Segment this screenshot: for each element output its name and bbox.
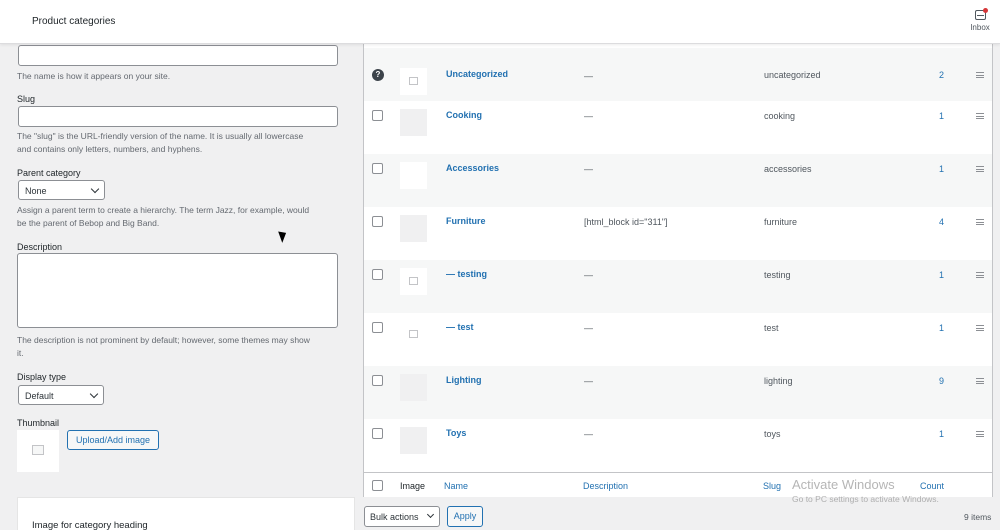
- count-link[interactable]: 1: [924, 270, 944, 280]
- column-name-sort[interactable]: Name: [444, 481, 468, 491]
- category-thumbnail: [400, 374, 427, 401]
- image-placeholder-icon: [409, 277, 418, 285]
- upload-image-button[interactable]: Upload/Add image: [67, 430, 159, 450]
- category-thumbnail: [400, 109, 427, 136]
- inbox-label: Inbox: [970, 23, 990, 32]
- slug-label: Slug: [17, 94, 36, 104]
- count-link[interactable]: 1: [924, 429, 944, 439]
- inbox-button[interactable]: Inbox: [968, 8, 992, 32]
- category-name-link[interactable]: — test: [446, 322, 474, 332]
- row-checkbox[interactable]: [372, 375, 383, 386]
- chevron-down-icon: [89, 389, 99, 399]
- description-textarea[interactable]: [17, 253, 338, 328]
- table-row: Accessories — accessories 1: [364, 154, 992, 207]
- slug-input[interactable]: [18, 106, 338, 127]
- parent-category-select[interactable]: None: [18, 180, 105, 200]
- row-checkbox[interactable]: [372, 163, 383, 174]
- page-title: Product categories: [32, 16, 116, 27]
- category-name-link[interactable]: Cooking: [446, 110, 482, 120]
- category-thumbnail: [400, 68, 427, 95]
- parent-help: Assign a parent term to create a hierarc…: [17, 205, 310, 228]
- name-help: The name is how it appears on your site.: [17, 71, 171, 81]
- table-row: — test — test 1: [364, 313, 992, 366]
- notification-dot: [983, 8, 988, 13]
- row-checkbox[interactable]: [372, 322, 383, 333]
- thumbnail-preview: [17, 430, 59, 472]
- count-link[interactable]: 1: [924, 164, 944, 174]
- drag-handle-icon[interactable]: [976, 166, 984, 174]
- category-name-link[interactable]: — testing: [446, 269, 487, 279]
- category-thumbnail: [400, 427, 427, 454]
- row-checkbox[interactable]: [372, 216, 383, 227]
- count-link[interactable]: 4: [924, 217, 944, 227]
- display-type-label: Display type: [17, 372, 67, 382]
- display-type-select[interactable]: Default: [18, 385, 104, 405]
- drag-handle-icon[interactable]: [976, 113, 984, 121]
- count-link[interactable]: 1: [924, 111, 944, 121]
- row-checkbox[interactable]: [372, 110, 383, 121]
- category-name-link[interactable]: Toys: [446, 428, 466, 438]
- bulk-actions-select[interactable]: Bulk actions: [364, 506, 440, 527]
- category-thumbnail: [400, 268, 427, 295]
- name-input[interactable]: [18, 45, 338, 66]
- top-bar: Product categories Inbox: [0, 0, 1000, 44]
- count-link[interactable]: 2: [924, 70, 944, 80]
- category-thumbnail: [400, 162, 427, 189]
- drag-handle-icon[interactable]: [976, 378, 984, 386]
- row-checkbox[interactable]: [372, 428, 383, 439]
- category-name-link[interactable]: Accessories: [446, 163, 499, 173]
- slug-help: The "slug" is the URL-friendly version o…: [17, 131, 304, 154]
- chevron-down-icon: [426, 510, 435, 519]
- image-placeholder-icon: [32, 445, 44, 455]
- count-link[interactable]: 9: [924, 376, 944, 386]
- description-label: Description: [17, 242, 63, 252]
- category-name-link[interactable]: Lighting: [446, 375, 482, 385]
- help-icon[interactable]: ?: [372, 69, 384, 81]
- add-category-form: The name is how it appears on your site.…: [0, 44, 356, 530]
- category-thumbnail: [400, 215, 427, 242]
- drag-handle-icon[interactable]: [976, 219, 984, 227]
- category-name-link[interactable]: Uncategorized: [446, 69, 508, 79]
- count-link[interactable]: 1: [924, 323, 944, 333]
- table-row: Furniture [html_block id="311"] furnitur…: [364, 207, 992, 260]
- table-row: — testing — testing 1: [364, 260, 992, 313]
- chevron-down-icon: [90, 184, 100, 194]
- drag-handle-icon[interactable]: [976, 72, 984, 80]
- table-row: Toys — toys 1: [364, 419, 992, 472]
- items-count: 9 items: [964, 512, 992, 522]
- image-heading-label: Image for category heading: [32, 520, 148, 530]
- column-description-sort[interactable]: Description: [583, 481, 628, 491]
- table-row: ? Uncategorized — uncategorized 2: [364, 48, 992, 101]
- drag-handle-icon[interactable]: [976, 325, 984, 333]
- category-thumbnail: [400, 321, 427, 348]
- image-placeholder-icon: [409, 77, 418, 85]
- apply-button[interactable]: Apply: [447, 506, 483, 527]
- image-heading-panel: Image for category heading: [17, 497, 355, 530]
- category-name-link[interactable]: Furniture: [446, 216, 486, 226]
- categories-table: ? Uncategorized — uncategorized 2 Cookin…: [363, 44, 993, 497]
- description-help: The description is not prominent by defa…: [17, 335, 310, 358]
- parent-category-label: Parent category: [17, 168, 81, 178]
- row-checkbox[interactable]: [372, 269, 383, 280]
- drag-handle-icon[interactable]: [976, 431, 984, 439]
- drag-handle-icon[interactable]: [976, 272, 984, 280]
- table-row: Cooking — cooking 1: [364, 101, 992, 154]
- activate-windows-watermark: Activate Windows Go to PC settings to ac…: [792, 477, 939, 504]
- image-placeholder-icon: [409, 330, 418, 338]
- column-slug-sort[interactable]: Slug: [763, 481, 781, 491]
- select-all-checkbox[interactable]: [372, 480, 383, 491]
- table-row: Lighting — lighting 9: [364, 366, 992, 419]
- column-image: Image: [400, 481, 426, 491]
- thumbnail-label: Thumbnail: [17, 418, 60, 428]
